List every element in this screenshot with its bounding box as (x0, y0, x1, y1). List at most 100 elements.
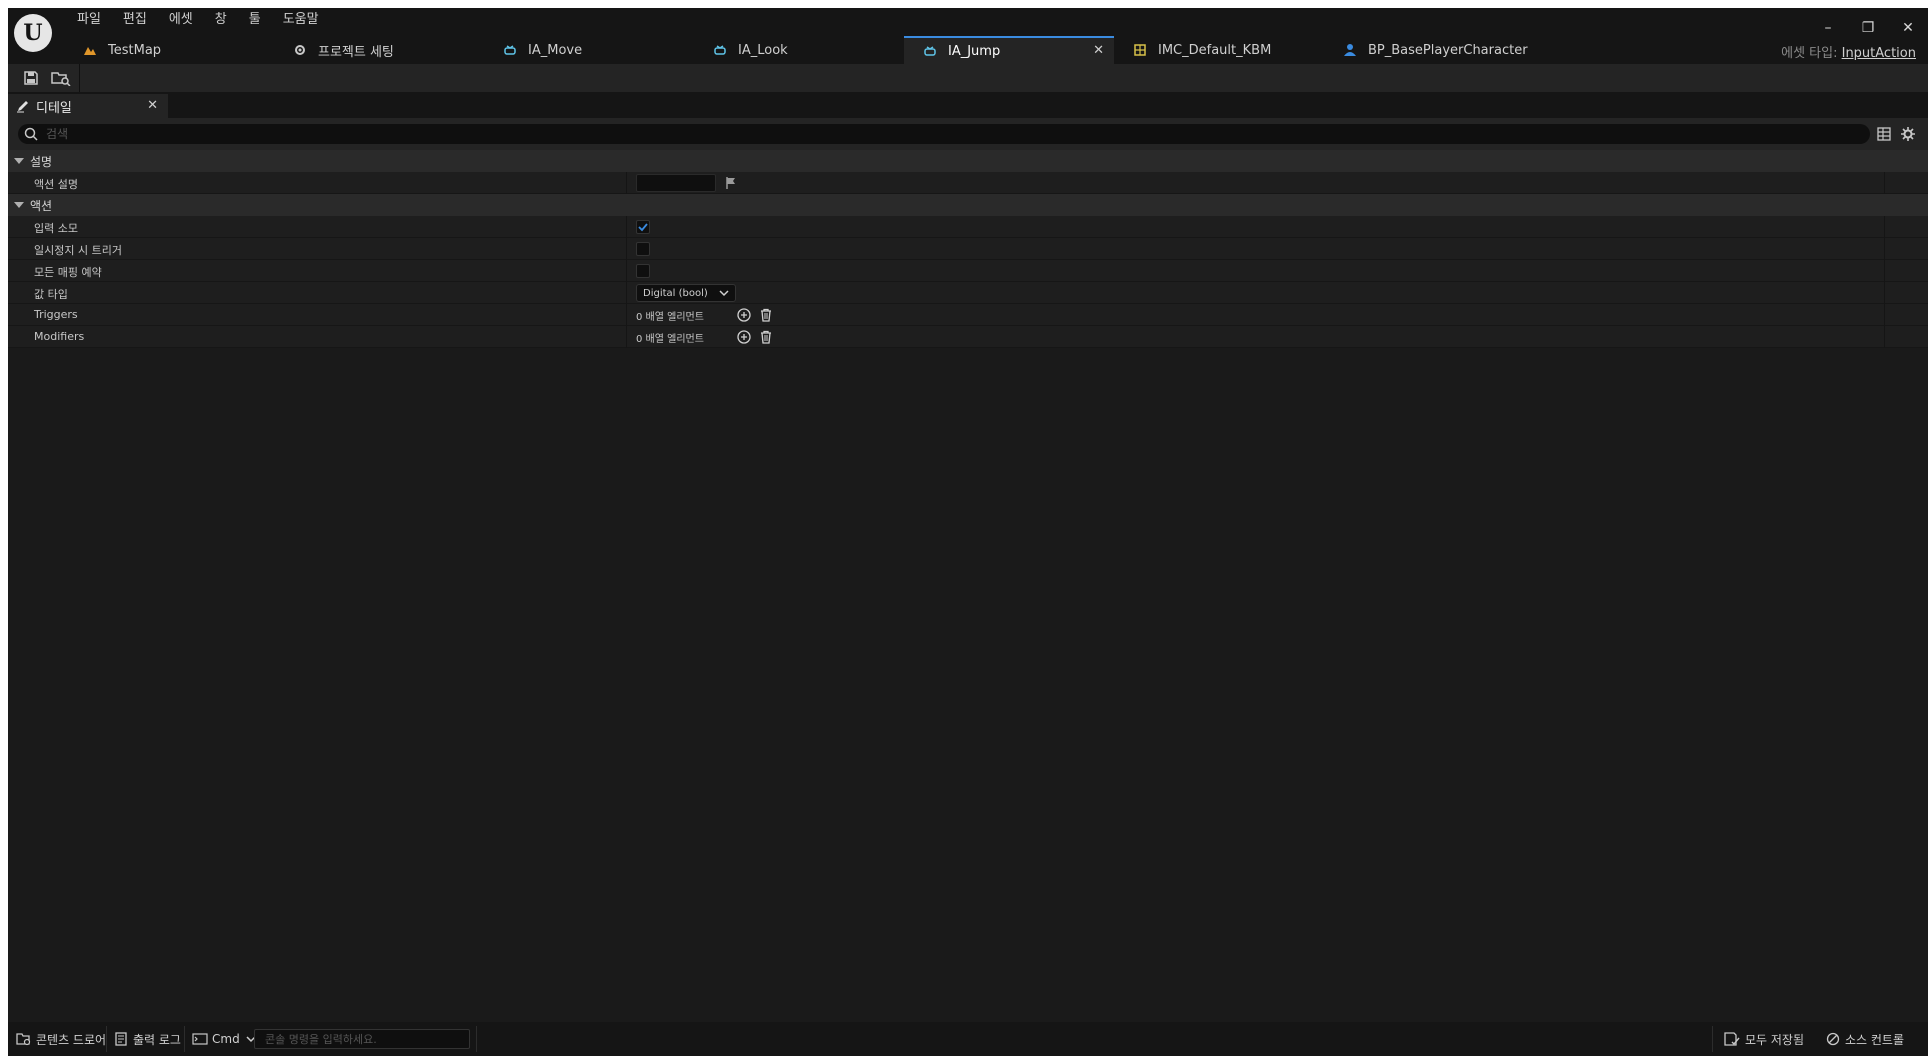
column-divider (626, 282, 627, 304)
asset-toolbar (8, 64, 1928, 92)
mapping-context-icon (1132, 42, 1148, 58)
menu-asset[interactable]: 에셋 (158, 10, 204, 30)
property-label: 입력 소모 (34, 222, 78, 235)
property-label: 값 타입 (34, 288, 68, 301)
minimize-button[interactable]: – (1808, 16, 1848, 40)
consume-input-checkbox[interactable] (636, 220, 650, 234)
search-input[interactable] (44, 126, 1848, 142)
toolbar-separator (79, 64, 80, 92)
plus-circle-icon (737, 308, 751, 322)
add-element-button[interactable] (736, 307, 752, 323)
column-divider (626, 304, 627, 326)
property-value: 0 배열 엘리먼트 (636, 304, 780, 326)
close-panel-icon[interactable]: ✕ (147, 98, 158, 113)
console-box (254, 1029, 470, 1049)
property-matrix-button[interactable] (1876, 126, 1892, 142)
trash-icon (761, 330, 771, 344)
menu-tools[interactable]: 툴 (238, 10, 272, 30)
cmd-dropdown[interactable]: Cmd (192, 1030, 256, 1048)
chevron-down-icon (719, 290, 729, 297)
pencil-icon (17, 101, 28, 113)
column-divider (626, 260, 627, 282)
restore-button[interactable]: ❐ (1848, 16, 1888, 40)
tab-ia-move[interactable]: IA_Move (484, 36, 694, 64)
output-log-label: 출력 로그 (133, 1032, 181, 1047)
add-element-button[interactable] (736, 329, 752, 345)
category-action[interactable]: 액션 (8, 194, 1928, 216)
menu-window[interactable]: 창 (204, 10, 238, 30)
property-value (636, 172, 738, 194)
save-all-status[interactable]: 모두 저장됨 (1724, 1030, 1804, 1048)
content-drawer-label: 콘텐츠 드로어 (36, 1032, 107, 1047)
tab-label: IA_Jump (948, 43, 1001, 59)
flag-icon[interactable] (724, 176, 738, 190)
column-divider (1884, 216, 1885, 238)
value-type-dropdown[interactable]: Digital (bool) (636, 284, 736, 302)
category-label: 설명 (30, 154, 53, 169)
statusbar-separator (106, 1026, 107, 1052)
menu-help[interactable]: 도움말 (272, 10, 330, 30)
statusbar-separator (184, 1026, 185, 1052)
input-action-icon (922, 43, 938, 59)
view-options-button[interactable] (1900, 126, 1916, 142)
tab-ia-jump[interactable]: IA_Jump ✕ (904, 36, 1114, 64)
property-modifiers: Modifiers 0 배열 엘리먼트 (8, 326, 1928, 348)
window-controls: – ❐ ✕ (1808, 16, 1928, 40)
tab-label: IA_Move (528, 42, 583, 58)
property-value-type: 값 타입 Digital (bool) (8, 282, 1928, 304)
output-log-button[interactable]: 출력 로그 (114, 1030, 181, 1048)
property-value: 0 배열 엘리먼트 (636, 326, 780, 348)
asset-type-link[interactable]: InputAction (1842, 46, 1916, 61)
menu-edit[interactable]: 편집 (112, 10, 158, 30)
tab-details[interactable]: 디테일 ✕ (8, 94, 168, 118)
console-input[interactable] (263, 1032, 467, 1047)
cmd-label: Cmd (212, 1032, 240, 1046)
asset-type-indicator: 에셋 타입: InputAction (1781, 42, 1916, 61)
details-panel: 설명 액션 설명 액션 입력 소모 일시 (8, 118, 1928, 1022)
tab-bp-base-player-character[interactable]: BP_BasePlayerCharacter (1324, 36, 1534, 64)
source-control-button[interactable]: 소스 컨트롤 (1826, 1030, 1904, 1048)
gear-icon (1901, 127, 1915, 141)
column-divider (1884, 282, 1885, 304)
tab-project-settings[interactable]: 프로젝트 세팅 (274, 36, 484, 64)
tab-imc-default-kbm[interactable]: IMC_Default_KBM (1114, 36, 1324, 64)
plus-circle-icon (737, 330, 751, 344)
save-button[interactable] (18, 66, 44, 90)
unreal-logo-icon[interactable]: U (14, 14, 52, 52)
expand-caret-icon (14, 158, 24, 164)
column-divider (1884, 326, 1885, 348)
menu-file[interactable]: 파일 (66, 10, 112, 30)
clear-elements-button[interactable] (758, 329, 774, 345)
content-drawer-icon (16, 1033, 31, 1046)
trigger-when-paused-checkbox[interactable] (636, 242, 650, 256)
source-control-label: 소스 컨트롤 (1845, 1032, 1905, 1047)
map-icon (82, 42, 98, 58)
expand-caret-icon (14, 202, 24, 208)
close-tab-icon[interactable]: ✕ (1093, 43, 1104, 58)
search-icon (24, 127, 38, 141)
browse-content-button[interactable] (48, 66, 74, 90)
column-divider (626, 326, 627, 348)
trash-icon (761, 308, 771, 322)
action-description-input[interactable] (636, 174, 716, 192)
clear-elements-button[interactable] (758, 307, 774, 323)
document-tabs: TestMap 프로젝트 세팅 IA_Move IA_Look IA_Jump … (64, 36, 1534, 64)
close-window-button[interactable]: ✕ (1888, 16, 1928, 40)
tab-ia-look[interactable]: IA_Look (694, 36, 904, 64)
editor-window: U 파일 편집 에셋 창 툴 도움말 – ❐ ✕ TestMap 프로젝트 세팅… (8, 8, 1928, 1056)
statusbar-separator (476, 1026, 477, 1052)
menu-bar: 파일 편집 에셋 창 툴 도움말 (66, 10, 330, 30)
category-description[interactable]: 설명 (8, 150, 1928, 172)
reserve-all-mappings-checkbox[interactable] (636, 264, 650, 278)
column-divider (1884, 238, 1885, 260)
panel-title: 디테일 (36, 100, 72, 116)
tab-label: 프로젝트 세팅 (318, 44, 394, 60)
panel-tab-bar: 디테일 ✕ (8, 92, 1928, 118)
content-drawer-button[interactable]: 콘텐츠 드로어 (16, 1030, 106, 1048)
tab-testmap[interactable]: TestMap (64, 36, 274, 64)
statusbar-separator (1712, 1026, 1713, 1052)
title-bar: U 파일 편집 에셋 창 툴 도움말 – ❐ ✕ TestMap 프로젝트 세팅… (8, 8, 1928, 64)
browse-folder-icon (51, 72, 71, 86)
column-divider (1884, 304, 1885, 326)
tab-label: IA_Look (738, 42, 788, 58)
